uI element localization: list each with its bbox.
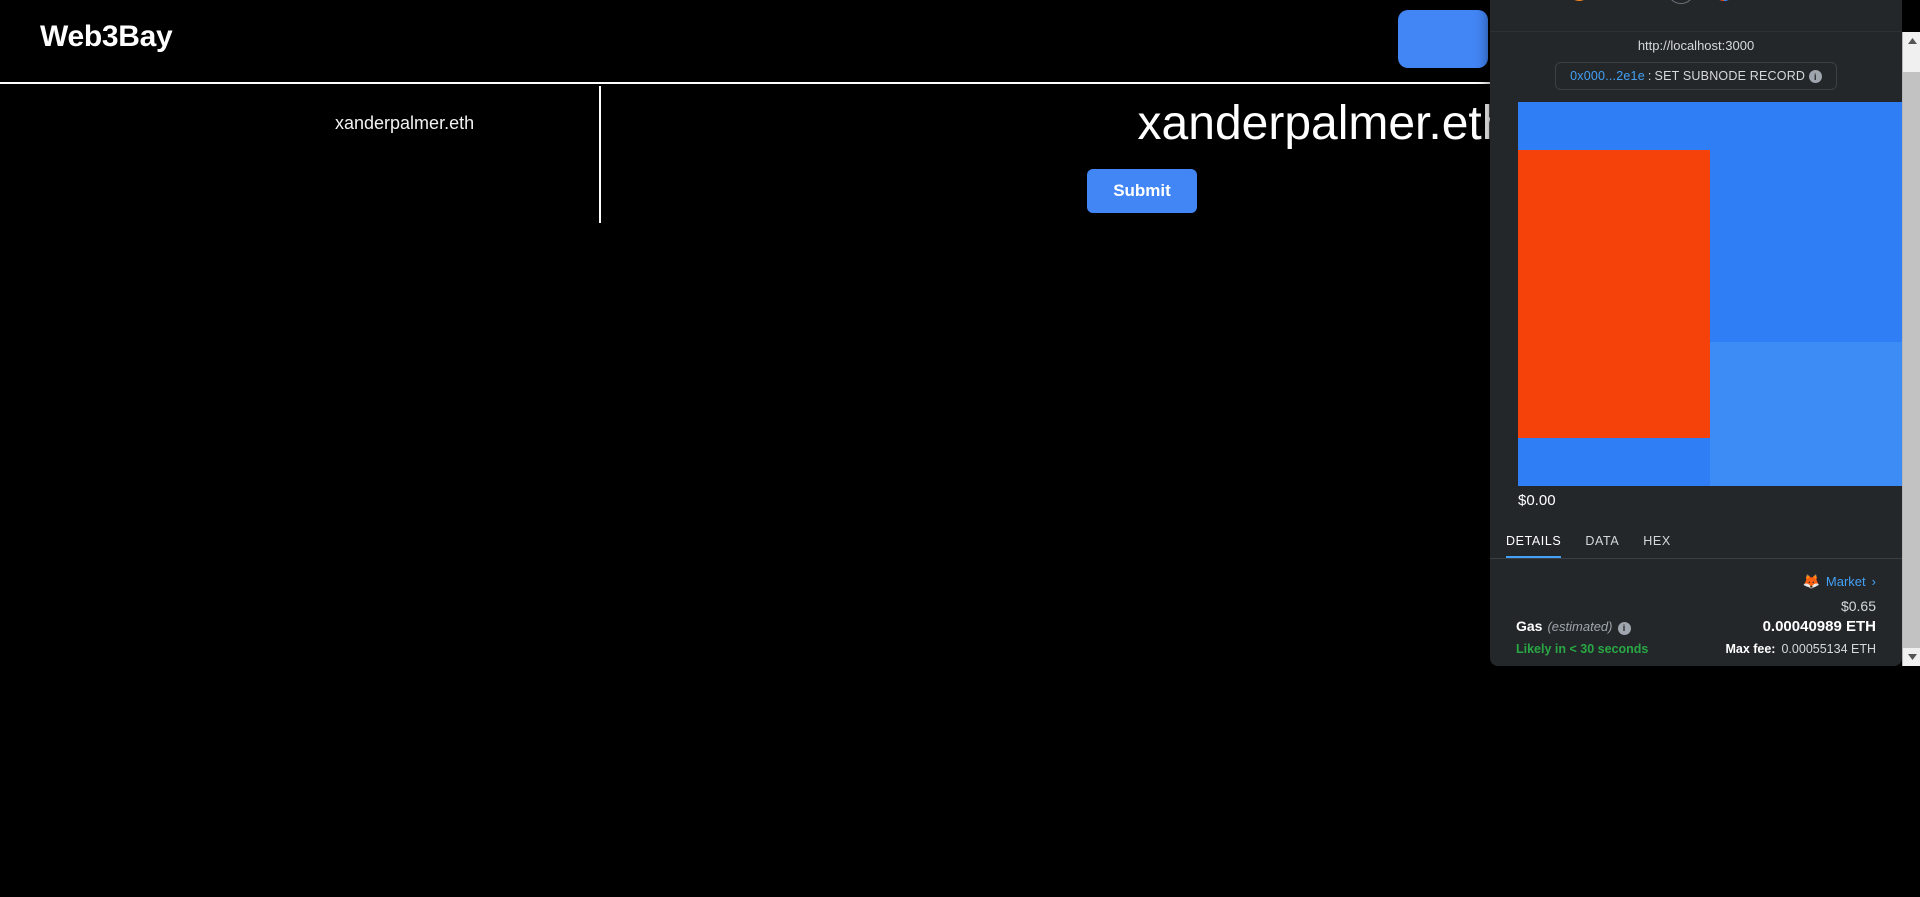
- popup-scrollbar[interactable]: [1902, 32, 1920, 666]
- gas-label-note: (estimated): [1547, 619, 1613, 635]
- metamask-tabs: DETAILS DATA HEX: [1490, 523, 1902, 560]
- contract-method: SET SUBNODE RECORD: [1654, 69, 1806, 83]
- fox-icon: 🦊: [1802, 573, 1820, 590]
- gas-fee-subrow: Likely in < 30 seconds Max fee: 0.0005513…: [1516, 642, 1876, 656]
- contract-action-pill[interactable]: 0x000...2e1e: SET SUBNODE RECORD i: [1555, 62, 1837, 91]
- result-item-name[interactable]: xanderpalmer.eth: [335, 113, 474, 134]
- gas-fee-row: Gas (estimated) i 0.00040989 ETH: [1516, 618, 1876, 635]
- metamask-confirm-popup: Trezor 2 0x000...2e1e http://localhost:3…: [1490, 0, 1902, 666]
- gas-fee-usd: $0.65: [1840, 598, 1876, 615]
- gas-fee-eth: 0.00040989 ETH: [1762, 618, 1876, 636]
- search-results-column: xanderpalmer.eth: [0, 86, 601, 223]
- gas-info-icon[interactable]: i: [1617, 621, 1631, 635]
- metamask-origin-block: http://localhost:3000 0x000...2e1e: SET S…: [1490, 32, 1902, 91]
- gas-max-fee-group: Max fee: 0.00055134 ETH: [1725, 642, 1876, 656]
- tab-data[interactable]: DATA: [1585, 534, 1619, 558]
- header-action-button[interactable]: [1398, 10, 1488, 68]
- gas-speed-estimate: Likely in < 30 seconds: [1516, 642, 1649, 657]
- origin-url: http://localhost:3000: [1637, 38, 1755, 53]
- market-gas-link[interactable]: 🦊 Market ›: [1516, 573, 1876, 590]
- scrollbar-down-arrow-icon[interactable]: [1903, 648, 1920, 666]
- chevron-right-icon: ›: [1871, 574, 1876, 590]
- transaction-token-blockie: [1518, 102, 1902, 487]
- scrollbar-track-top[interactable]: [1903, 50, 1920, 72]
- pill-separator: :: [1647, 69, 1652, 83]
- metamask-details-body: 🦊 Market › $0.65 Gas (estimated) i 0.000…: [1490, 559, 1902, 666]
- site-logo: Web3Bay: [40, 20, 173, 53]
- arrow-right-icon: [1667, 0, 1696, 4]
- scrollbar-up-arrow-icon[interactable]: [1903, 32, 1920, 50]
- scrollbar-thumb[interactable]: [1903, 72, 1920, 648]
- max-fee-label: Max fee:: [1725, 642, 1776, 657]
- gas-fee-label-group: Gas (estimated) i: [1516, 618, 1631, 635]
- info-icon[interactable]: i: [1808, 70, 1822, 84]
- contract-address: 0x000...2e1e: [1570, 69, 1645, 83]
- tab-details[interactable]: DETAILS: [1506, 534, 1562, 559]
- gas-label: Gas: [1516, 618, 1543, 635]
- metamask-account-header: Trezor 2 0x000...2e1e: [1490, 0, 1902, 32]
- submit-button[interactable]: Submit: [1087, 169, 1197, 213]
- sender-account[interactable]: Trezor 2: [1567, 0, 1650, 1]
- recipient-blockie-avatar: [1713, 0, 1736, 1]
- transaction-amount-value: $0.00: [1518, 492, 1556, 510]
- sender-blockie-avatar: [1567, 0, 1590, 1]
- tab-hex[interactable]: HEX: [1643, 534, 1671, 558]
- gas-fee-section: $0.65 Gas (estimated) i 0.00040989 ETH L…: [1516, 596, 1876, 656]
- recipient-account[interactable]: 0x000...2e1e: [1713, 0, 1824, 1]
- market-label: Market: [1825, 574, 1866, 590]
- max-fee-value: 0.00055134 ETH: [1781, 642, 1876, 657]
- transaction-amount-block: $0.00: [1490, 90, 1902, 523]
